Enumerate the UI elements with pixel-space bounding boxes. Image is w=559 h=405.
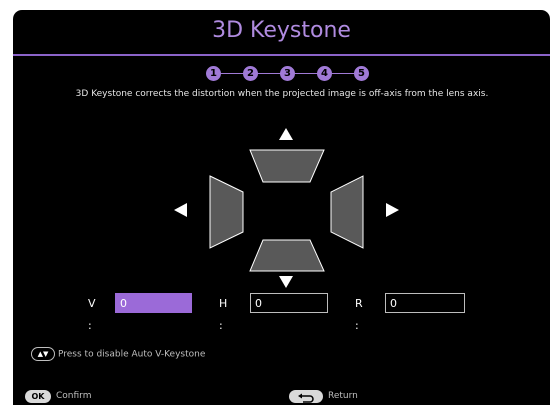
top-trapezoid-shape bbox=[249, 149, 325, 183]
return-key-icon[interactable] bbox=[289, 390, 323, 403]
h-input[interactable]: 0 bbox=[250, 293, 328, 313]
return-arrow-icon bbox=[298, 393, 314, 403]
hint-text: Press to disable Auto V-Keystone bbox=[58, 349, 206, 360]
ok-key-icon[interactable]: OK bbox=[25, 390, 51, 403]
r-input[interactable]: 0 bbox=[385, 293, 465, 313]
confirm-label: Confirm bbox=[56, 391, 92, 401]
step-2: 2 bbox=[243, 66, 258, 81]
step-1: 1 bbox=[206, 66, 221, 81]
step-indicator: 1 2 3 4 5 bbox=[203, 66, 373, 81]
right-arrow-icon[interactable] bbox=[386, 203, 399, 217]
bottom-trapezoid-shape bbox=[249, 239, 325, 272]
right-trapezoid-shape bbox=[330, 175, 364, 249]
step-4: 4 bbox=[317, 66, 332, 81]
down-arrow-icon[interactable] bbox=[279, 276, 293, 288]
dialog-description: 3D Keystone corrects the distortion when… bbox=[75, 89, 489, 99]
up-down-keys-icon: ▲▼ bbox=[31, 347, 55, 361]
dialog-title: 3D Keystone bbox=[212, 18, 351, 43]
keystone-diagram bbox=[174, 128, 399, 288]
step-3: 3 bbox=[280, 66, 295, 81]
footer-bar: OK Confirm Return bbox=[13, 390, 550, 405]
auto-keystone-hint: ▲▼ Press to disable Auto V-Keystone bbox=[31, 347, 205, 362]
left-trapezoid-shape bbox=[209, 175, 244, 249]
step-5: 5 bbox=[354, 66, 369, 81]
h-label: H : bbox=[219, 297, 228, 332]
title-divider bbox=[13, 54, 550, 56]
v-input[interactable]: 0 bbox=[115, 293, 192, 313]
return-label: Return bbox=[328, 391, 358, 401]
keystone-dialog: 3D Keystone 1 2 3 4 5 3D Keystone correc… bbox=[13, 10, 550, 405]
r-label: R : bbox=[355, 297, 363, 332]
left-arrow-icon[interactable] bbox=[174, 203, 187, 217]
v-label: V : bbox=[88, 297, 96, 332]
up-arrow-icon[interactable] bbox=[279, 128, 293, 140]
